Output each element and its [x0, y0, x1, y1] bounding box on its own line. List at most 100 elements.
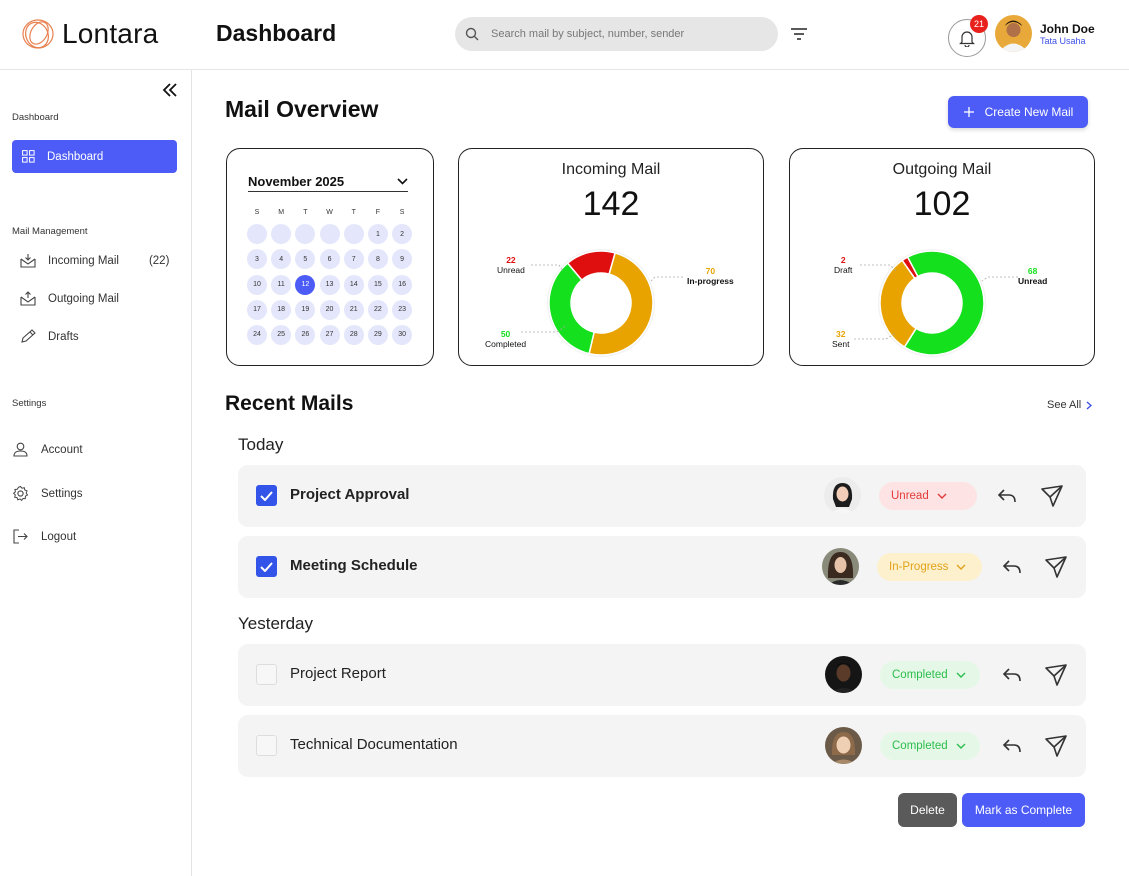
calendar-day[interactable]: 30: [392, 324, 413, 345]
weekday-label: T: [351, 209, 356, 216]
mail-checkbox[interactable]: [256, 556, 277, 577]
calendar-day[interactable]: 8: [367, 249, 388, 270]
incoming-mail-card[interactable]: Incoming Mail 142 22 Unread 70 In-progre…: [458, 148, 764, 366]
group-label-today: Today: [238, 435, 284, 454]
outgoing-draft-label: 2 Draft: [834, 255, 852, 275]
calendar-day[interactable]: 10: [247, 274, 267, 295]
sidebar-item-label: Settings: [41, 487, 83, 500]
sidebar-item-settings[interactable]: Settings: [12, 485, 83, 502]
mail-checkbox[interactable]: [256, 735, 277, 756]
sidebar-item-label: Drafts: [48, 330, 79, 343]
calendar-day[interactable]: 17: [247, 299, 267, 320]
chevron-down-icon: [937, 493, 947, 499]
calendar-day[interactable]: 3: [247, 249, 267, 270]
plus-icon: [963, 107, 974, 117]
delete-button[interactable]: Delete: [898, 793, 957, 827]
create-new-mail-button[interactable]: Create New Mail: [948, 96, 1088, 128]
collapse-sidebar-icon[interactable]: [161, 81, 179, 99]
search-bar[interactable]: [455, 17, 778, 51]
outgoing-unread-value: 68: [1027, 266, 1038, 276]
calendar-day[interactable]: 27: [319, 324, 340, 345]
calendar-day[interactable]: 19: [295, 299, 316, 320]
calendar-day[interactable]: 7: [343, 249, 364, 270]
sidebar-item-drafts[interactable]: Drafts: [20, 329, 79, 344]
calendar-day[interactable]: 5: [295, 249, 316, 270]
calendar-day[interactable]: 22: [367, 299, 388, 320]
calendar-day[interactable]: 4: [271, 249, 292, 270]
mark-as-complete-button[interactable]: Mark as Complete: [962, 793, 1085, 827]
sidebar-item-logout[interactable]: Logout: [12, 529, 76, 544]
calendar-day[interactable]: 16: [392, 274, 413, 295]
grid-icon: [22, 150, 35, 163]
status-dropdown[interactable]: Unread: [879, 482, 977, 510]
sidebar-item-dashboard[interactable]: Dashboard: [12, 140, 177, 173]
status-dropdown[interactable]: Completed: [880, 661, 980, 689]
send-icon[interactable]: [1044, 555, 1068, 579]
mail-row[interactable]: Meeting Schedule In-Progress: [238, 536, 1086, 598]
sidebar-item-label: Account: [41, 443, 83, 456]
calendar-day[interactable]: 2: [392, 224, 413, 245]
calendar-day[interactable]: 25: [271, 324, 292, 345]
status-dropdown[interactable]: Completed: [880, 732, 980, 760]
chevron-down-icon: [397, 178, 408, 185]
calendar-day[interactable]: 14: [343, 274, 364, 295]
reply-icon[interactable]: [995, 484, 1019, 508]
weekday-label: F: [375, 209, 381, 216]
calendar-day[interactable]: 6: [319, 249, 340, 270]
filter-button[interactable]: [788, 24, 810, 44]
sender-avatar: [824, 477, 861, 514]
calendar-day[interactable]: 26: [295, 324, 316, 345]
calendar-empty-cell: [247, 224, 267, 245]
app-logo[interactable]: Lontara: [20, 16, 158, 52]
user-icon: [13, 442, 28, 457]
mail-row[interactable]: Project Report Completed: [238, 644, 1086, 706]
send-icon[interactable]: [1040, 484, 1064, 508]
sidebar-item-label: Incoming Mail: [48, 254, 119, 267]
calendar-day[interactable]: 9: [392, 249, 413, 270]
reply-icon[interactable]: [1000, 734, 1024, 758]
calendar-day[interactable]: 28: [343, 324, 364, 345]
calendar-day-selected[interactable]: 12: [295, 274, 316, 295]
outgoing-mail-card[interactable]: Outgoing Mail 102 2 Draft 68 Unread 32 S…: [789, 148, 1095, 366]
send-icon[interactable]: [1044, 734, 1068, 758]
calendar-day[interactable]: 15: [367, 274, 388, 295]
mail-row[interactable]: Technical Documentation Completed: [238, 715, 1086, 777]
sidebar-item-account[interactable]: Account: [12, 442, 83, 457]
calendar-day[interactable]: 13: [319, 274, 340, 295]
status-dropdown[interactable]: In-Progress: [877, 553, 982, 581]
search-input[interactable]: [491, 28, 751, 40]
status-label: Unread: [891, 490, 929, 502]
calendar-day[interactable]: 23: [392, 299, 413, 320]
calendar-day[interactable]: 1: [367, 224, 388, 245]
reply-icon[interactable]: [1000, 555, 1024, 579]
calendar-day[interactable]: 20: [319, 299, 340, 320]
sidebar-item-outgoing-mail[interactable]: Outgoing Mail: [20, 291, 119, 306]
incoming-completed-value: 50: [500, 329, 511, 339]
see-all-link[interactable]: See All: [1047, 399, 1093, 411]
mail-checkbox[interactable]: [256, 664, 277, 685]
calendar-day[interactable]: 18: [271, 299, 292, 320]
outgoing-sent-value: 32: [836, 329, 846, 339]
outgoing-unread-name: Unread: [1018, 276, 1048, 286]
sidebar: Dashboard Dashboard Mail Management Inco…: [0, 70, 192, 876]
calendar-day[interactable]: 21: [343, 299, 364, 320]
mail-row[interactable]: Project Approval Unread: [238, 465, 1086, 527]
sidebar-item-incoming-mail[interactable]: Incoming Mail (22): [20, 253, 169, 268]
user-avatar[interactable]: [995, 15, 1032, 52]
calendar-day[interactable]: 24: [247, 324, 267, 345]
chevron-down-icon: [956, 743, 966, 749]
outgoing-donut-hole: [902, 273, 962, 333]
sender-avatar: [825, 727, 862, 764]
outgoing-donut-chart: [878, 249, 986, 357]
page-title: Dashboard: [216, 20, 337, 46]
mail-checkbox[interactable]: [256, 485, 277, 506]
calendar-day[interactable]: 29: [367, 324, 388, 345]
incoming-progress-label: 70 In-progress: [687, 266, 734, 286]
outgoing-unread-label: 68 Unread: [1018, 266, 1047, 286]
sender-avatar: [822, 548, 859, 585]
reply-icon[interactable]: [1000, 663, 1024, 687]
month-selector[interactable]: November 2025: [248, 174, 408, 192]
search-icon: [465, 27, 479, 41]
calendar-day[interactable]: 11: [271, 274, 292, 295]
send-icon[interactable]: [1044, 663, 1068, 687]
